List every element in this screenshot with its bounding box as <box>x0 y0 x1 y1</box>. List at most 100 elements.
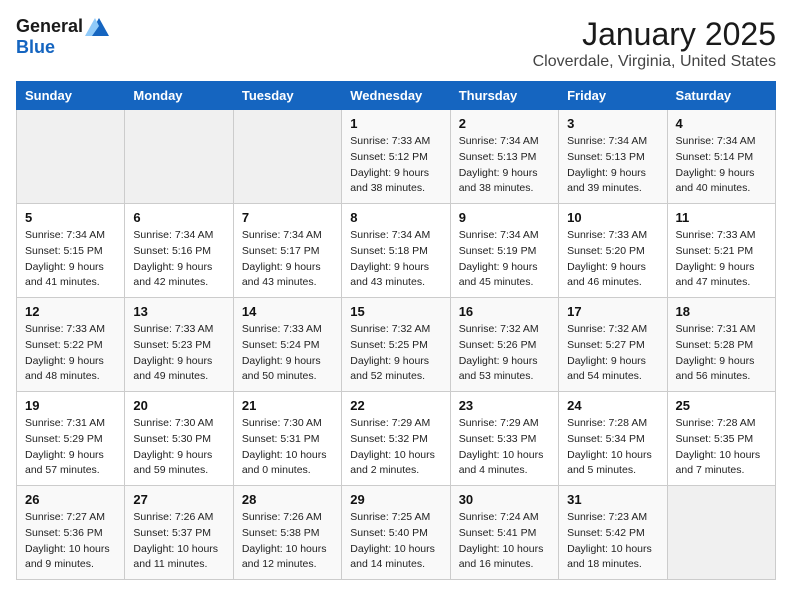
day-info: Sunrise: 7:24 AM Sunset: 5:41 PM Dayligh… <box>459 510 550 573</box>
day-number: 4 <box>676 116 767 131</box>
calendar-week-1: 1 Sunrise: 7:33 AM Sunset: 5:12 PM Daylig… <box>17 110 776 204</box>
calendar-empty-cell <box>233 110 341 204</box>
calendar-day-5: 5 Sunrise: 7:34 AM Sunset: 5:15 PM Daylig… <box>17 204 125 298</box>
calendar-day-13: 13Sunrise: 7:33 AM Sunset: 5:23 PM Dayli… <box>125 298 233 392</box>
calendar-day-22: 22 Sunrise: 7:29 AM Sunset: 5:32 PM Dayli… <box>342 392 450 486</box>
calendar-day-10: 10 Sunrise: 7:33 AM Sunset: 5:20 PM Dayli… <box>559 204 667 298</box>
day-info: Sunrise: 7:25 AM Sunset: 5:40 PM Dayligh… <box>350 510 441 573</box>
calendar-day-9: 9 Sunrise: 7:34 AM Sunset: 5:19 PM Daylig… <box>450 204 558 298</box>
day-number: 22 <box>350 398 441 413</box>
calendar-week-4: 19Sunrise: 7:31 AM Sunset: 5:29 PM Dayli… <box>17 392 776 486</box>
title-area: January 2025 Cloverdale, Virginia, Unite… <box>533 16 776 71</box>
day-info: Sunrise: 7:32 AM Sunset: 5:26 PM Dayligh… <box>459 322 550 385</box>
day-info: Sunrise: 7:34 AM Sunset: 5:19 PM Dayligh… <box>459 228 550 291</box>
logo: General Blue <box>16 16 109 58</box>
calendar-day-11: 11 Sunrise: 7:33 AM Sunset: 5:21 PM Dayli… <box>667 204 775 298</box>
day-info: Sunrise: 7:26 AM Sunset: 5:38 PM Dayligh… <box>242 510 333 573</box>
calendar-day-18: 18 Sunrise: 7:31 AM Sunset: 5:28 PM Dayli… <box>667 298 775 392</box>
day-info: Sunrise: 7:34 AM Sunset: 5:13 PM Dayligh… <box>567 134 658 197</box>
weekday-header-wednesday: Wednesday <box>342 82 450 110</box>
day-number: 7 <box>242 210 333 225</box>
weekday-header-tuesday: Tuesday <box>233 82 341 110</box>
day-info: Sunrise: 7:33 AM Sunset: 5:22 PM Dayligh… <box>25 322 116 385</box>
calendar-day-1: 1 Sunrise: 7:33 AM Sunset: 5:12 PM Daylig… <box>342 110 450 204</box>
day-number: 30 <box>459 492 550 507</box>
day-number: 14 <box>242 304 333 319</box>
calendar-day-20: 20Sunrise: 7:30 AM Sunset: 5:30 PM Dayli… <box>125 392 233 486</box>
day-info: Sunrise: 7:28 AM Sunset: 5:35 PM Dayligh… <box>676 416 767 479</box>
calendar-empty-cell <box>667 486 775 580</box>
day-number: 13 <box>133 304 224 319</box>
logo-general-text: General <box>16 16 83 37</box>
calendar-day-26: 26 Sunrise: 7:27 AM Sunset: 5:36 PM Dayli… <box>17 486 125 580</box>
day-number: 10 <box>567 210 658 225</box>
calendar-week-2: 5 Sunrise: 7:34 AM Sunset: 5:15 PM Daylig… <box>17 204 776 298</box>
calendar-empty-cell <box>125 110 233 204</box>
day-info: Sunrise: 7:34 AM Sunset: 5:15 PM Dayligh… <box>25 228 116 291</box>
day-number: 25 <box>676 398 767 413</box>
calendar-day-29: 29 Sunrise: 7:25 AM Sunset: 5:40 PM Dayli… <box>342 486 450 580</box>
calendar-day-8: 8 Sunrise: 7:34 AM Sunset: 5:18 PM Daylig… <box>342 204 450 298</box>
day-info: Sunrise: 7:29 AM Sunset: 5:32 PM Dayligh… <box>350 416 441 479</box>
day-info: Sunrise: 7:34 AM Sunset: 5:13 PM Dayligh… <box>459 134 550 197</box>
day-number: 21 <box>242 398 333 413</box>
weekday-header-monday: Monday <box>125 82 233 110</box>
calendar-day-16: 16 Sunrise: 7:32 AM Sunset: 5:26 PM Dayli… <box>450 298 558 392</box>
day-info: Sunrise: 7:34 AM Sunset: 5:18 PM Dayligh… <box>350 228 441 291</box>
day-number: 31 <box>567 492 658 507</box>
month-title: January 2025 <box>533 16 776 53</box>
calendar-day-15: 15 Sunrise: 7:32 AM Sunset: 5:25 PM Dayli… <box>342 298 450 392</box>
day-info: Sunrise: 7:27 AM Sunset: 5:36 PM Dayligh… <box>25 510 116 573</box>
day-info: Sunrise: 7:33 AM Sunset: 5:21 PM Dayligh… <box>676 228 767 291</box>
day-info: Sunrise: 7:23 AM Sunset: 5:42 PM Dayligh… <box>567 510 658 573</box>
calendar-day-19: 19Sunrise: 7:31 AM Sunset: 5:29 PM Dayli… <box>17 392 125 486</box>
calendar-day-7: 7 Sunrise: 7:34 AM Sunset: 5:17 PM Daylig… <box>233 204 341 298</box>
day-info: Sunrise: 7:33 AM Sunset: 5:20 PM Dayligh… <box>567 228 658 291</box>
calendar-day-2: 2Sunrise: 7:34 AM Sunset: 5:13 PM Daylig… <box>450 110 558 204</box>
day-number: 16 <box>459 304 550 319</box>
day-number: 11 <box>676 210 767 225</box>
calendar-day-27: 27Sunrise: 7:26 AM Sunset: 5:37 PM Dayli… <box>125 486 233 580</box>
calendar-empty-cell <box>17 110 125 204</box>
day-number: 9 <box>459 210 550 225</box>
weekday-header-saturday: Saturday <box>667 82 775 110</box>
calendar-day-23: 23Sunrise: 7:29 AM Sunset: 5:33 PM Dayli… <box>450 392 558 486</box>
day-number: 6 <box>133 210 224 225</box>
day-info: Sunrise: 7:28 AM Sunset: 5:34 PM Dayligh… <box>567 416 658 479</box>
calendar-day-12: 12Sunrise: 7:33 AM Sunset: 5:22 PM Dayli… <box>17 298 125 392</box>
day-info: Sunrise: 7:34 AM Sunset: 5:16 PM Dayligh… <box>133 228 224 291</box>
day-info: Sunrise: 7:33 AM Sunset: 5:24 PM Dayligh… <box>242 322 333 385</box>
day-info: Sunrise: 7:26 AM Sunset: 5:37 PM Dayligh… <box>133 510 224 573</box>
day-number: 18 <box>676 304 767 319</box>
day-info: Sunrise: 7:32 AM Sunset: 5:25 PM Dayligh… <box>350 322 441 385</box>
day-number: 20 <box>133 398 224 413</box>
location-title: Cloverdale, Virginia, United States <box>533 53 776 71</box>
day-number: 8 <box>350 210 441 225</box>
day-info: Sunrise: 7:31 AM Sunset: 5:29 PM Dayligh… <box>25 416 116 479</box>
calendar-week-5: 26 Sunrise: 7:27 AM Sunset: 5:36 PM Dayli… <box>17 486 776 580</box>
weekday-header-row: SundayMondayTuesdayWednesdayThursdayFrid… <box>17 82 776 110</box>
day-info: Sunrise: 7:34 AM Sunset: 5:17 PM Dayligh… <box>242 228 333 291</box>
calendar-day-31: 31 Sunrise: 7:23 AM Sunset: 5:42 PM Dayli… <box>559 486 667 580</box>
day-number: 5 <box>25 210 116 225</box>
day-number: 17 <box>567 304 658 319</box>
calendar-week-3: 12Sunrise: 7:33 AM Sunset: 5:22 PM Dayli… <box>17 298 776 392</box>
day-number: 15 <box>350 304 441 319</box>
day-info: Sunrise: 7:32 AM Sunset: 5:27 PM Dayligh… <box>567 322 658 385</box>
day-number: 1 <box>350 116 441 131</box>
calendar-day-30: 30 Sunrise: 7:24 AM Sunset: 5:41 PM Dayli… <box>450 486 558 580</box>
day-number: 26 <box>25 492 116 507</box>
day-info: Sunrise: 7:33 AM Sunset: 5:12 PM Dayligh… <box>350 134 441 197</box>
day-number: 29 <box>350 492 441 507</box>
logo-blue-text: Blue <box>16 37 55 58</box>
day-info: Sunrise: 7:30 AM Sunset: 5:31 PM Dayligh… <box>242 416 333 479</box>
day-number: 3 <box>567 116 658 131</box>
calendar-day-25: 25 Sunrise: 7:28 AM Sunset: 5:35 PM Dayli… <box>667 392 775 486</box>
calendar-day-3: 3 Sunrise: 7:34 AM Sunset: 5:13 PM Daylig… <box>559 110 667 204</box>
page-header: General Blue January 2025 Cloverdale, Vi… <box>16 16 776 71</box>
logo-icon <box>85 18 109 36</box>
day-number: 28 <box>242 492 333 507</box>
calendar-day-4: 4Sunrise: 7:34 AM Sunset: 5:14 PM Daylig… <box>667 110 775 204</box>
day-info: Sunrise: 7:31 AM Sunset: 5:28 PM Dayligh… <box>676 322 767 385</box>
calendar-day-21: 21 Sunrise: 7:30 AM Sunset: 5:31 PM Dayli… <box>233 392 341 486</box>
